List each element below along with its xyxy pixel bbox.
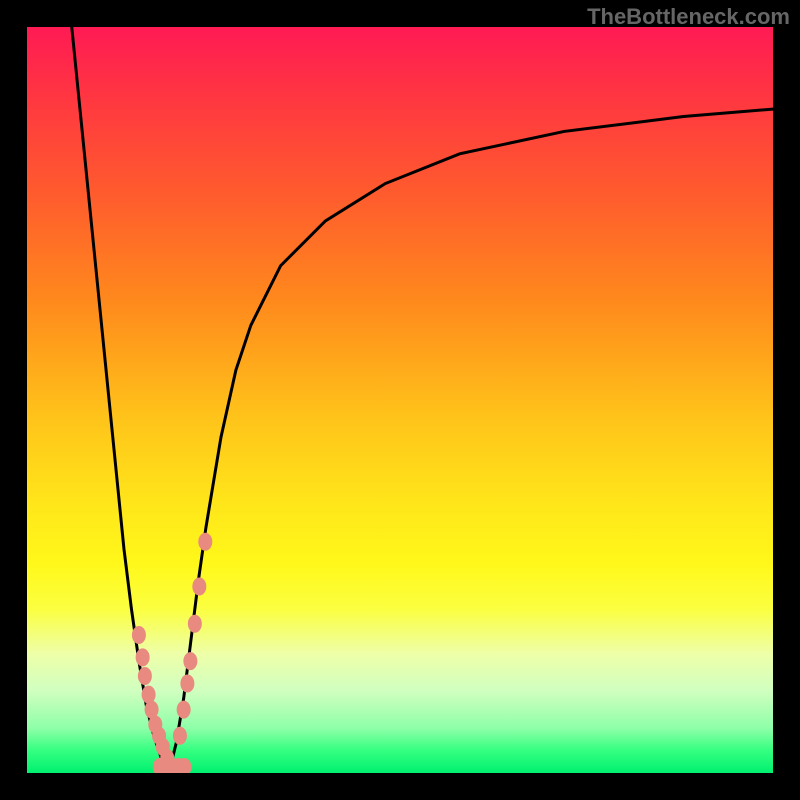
curve-curve-left (72, 27, 169, 773)
marker-dot (173, 727, 187, 745)
marker-dot (177, 701, 191, 719)
plot-svg (27, 27, 773, 773)
marker-dot (180, 674, 194, 692)
marker-dot (192, 578, 206, 596)
watermark-text: TheBottleneck.com (587, 4, 790, 30)
marker-dot (183, 652, 197, 670)
marker-dot (188, 615, 202, 633)
curve-curve-right (169, 109, 773, 773)
marker-dot (136, 648, 150, 666)
marker-dot (138, 667, 152, 685)
chart-frame: TheBottleneck.com (0, 0, 800, 800)
plot-area (27, 27, 773, 773)
dots-marker-dots-left (132, 626, 178, 773)
dots-marker-dots-bottom (153, 758, 192, 773)
marker-dot (132, 626, 146, 644)
marker-dot (198, 533, 212, 551)
